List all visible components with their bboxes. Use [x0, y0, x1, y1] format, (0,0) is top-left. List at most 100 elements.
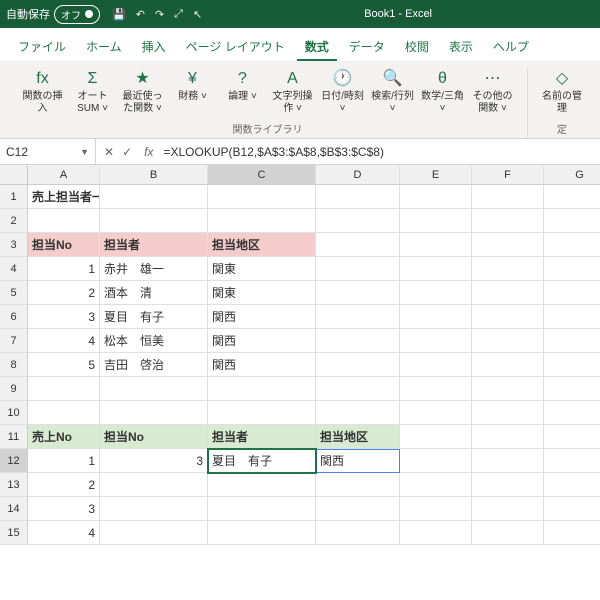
- row-header-15[interactable]: 15: [0, 521, 28, 545]
- tab-1[interactable]: ホーム: [78, 34, 130, 61]
- cell-D7[interactable]: [316, 329, 400, 353]
- cell-C8[interactable]: 関西: [208, 353, 316, 377]
- cell-D4[interactable]: [316, 257, 400, 281]
- tab-0[interactable]: ファイル: [10, 34, 74, 61]
- ribbon-item-5[interactable]: A文字列操作 ˅: [269, 67, 317, 117]
- cell-F15[interactable]: [472, 521, 544, 545]
- tab-3[interactable]: ページ レイアウト: [178, 34, 293, 61]
- cell-A14[interactable]: 3: [28, 497, 100, 521]
- autosave-toggle[interactable]: 自動保存 オフ: [6, 5, 100, 24]
- cell-C15[interactable]: [208, 521, 316, 545]
- cell-C14[interactable]: [208, 497, 316, 521]
- cell-B15[interactable]: [100, 521, 208, 545]
- cell-A9[interactable]: [28, 377, 100, 401]
- ribbon-item-0[interactable]: fx関数の挿入: [19, 67, 67, 117]
- cell-F13[interactable]: [472, 473, 544, 497]
- cell-A8[interactable]: 5: [28, 353, 100, 377]
- cell-E12[interactable]: [400, 449, 472, 473]
- cell-B4[interactable]: 赤井 雄一: [100, 257, 208, 281]
- tab-6[interactable]: 校閲: [397, 34, 437, 61]
- row-header-13[interactable]: 13: [0, 473, 28, 497]
- cell-D11[interactable]: 担当地区: [316, 425, 400, 449]
- cell-A13[interactable]: 2: [28, 473, 100, 497]
- row-header-4[interactable]: 4: [0, 257, 28, 281]
- cell-B10[interactable]: [100, 401, 208, 425]
- cell-F10[interactable]: [472, 401, 544, 425]
- name-box[interactable]: C12▼: [0, 139, 96, 164]
- ribbon-item-0[interactable]: ◇名前の管理: [538, 67, 586, 117]
- col-header-F[interactable]: F: [472, 165, 544, 185]
- cell-E2[interactable]: [400, 209, 472, 233]
- cell-B3[interactable]: 担当者: [100, 233, 208, 257]
- cell-E10[interactable]: [400, 401, 472, 425]
- redo-icon[interactable]: ↷: [155, 8, 164, 21]
- cell-B14[interactable]: [100, 497, 208, 521]
- cell-D2[interactable]: [316, 209, 400, 233]
- cell-F12[interactable]: [472, 449, 544, 473]
- ribbon-item-8[interactable]: θ数学/三角 ˅: [419, 67, 467, 117]
- cell-G13[interactable]: [544, 473, 600, 497]
- undo-icon[interactable]: ↶: [136, 8, 145, 21]
- cell-E15[interactable]: [400, 521, 472, 545]
- cell-A2[interactable]: [28, 209, 100, 233]
- cell-E4[interactable]: [400, 257, 472, 281]
- cell-A1[interactable]: 売上担当者一覧: [28, 185, 100, 209]
- cell-B11[interactable]: 担当No: [100, 425, 208, 449]
- cell-F6[interactable]: [472, 305, 544, 329]
- cell-A11[interactable]: 売上No: [28, 425, 100, 449]
- cell-E13[interactable]: [400, 473, 472, 497]
- cell-D13[interactable]: [316, 473, 400, 497]
- col-header-C[interactable]: C: [208, 165, 316, 185]
- cell-C11[interactable]: 担当者: [208, 425, 316, 449]
- ribbon-item-1[interactable]: Σオート SUM ˅: [69, 67, 117, 117]
- col-header-E[interactable]: E: [400, 165, 472, 185]
- ribbon-item-2[interactable]: ★最近使った関数 ˅: [119, 67, 167, 117]
- cell-C3[interactable]: 担当地区: [208, 233, 316, 257]
- tab-7[interactable]: 表示: [441, 34, 481, 61]
- cell-D9[interactable]: [316, 377, 400, 401]
- select-all-corner[interactable]: [0, 165, 28, 185]
- cell-C10[interactable]: [208, 401, 316, 425]
- cell-G1[interactable]: [544, 185, 600, 209]
- row-header-2[interactable]: 2: [0, 209, 28, 233]
- cell-G4[interactable]: [544, 257, 600, 281]
- row-header-1[interactable]: 1: [0, 185, 28, 209]
- cell-B12[interactable]: 3: [100, 449, 208, 473]
- cell-A10[interactable]: [28, 401, 100, 425]
- cell-E7[interactable]: [400, 329, 472, 353]
- cell-B6[interactable]: 夏目 有子: [100, 305, 208, 329]
- cell-G11[interactable]: [544, 425, 600, 449]
- cell-C7[interactable]: 関西: [208, 329, 316, 353]
- ribbon-item-6[interactable]: 🕐日付/時刻 ˅: [319, 67, 367, 117]
- col-header-A[interactable]: A: [28, 165, 100, 185]
- cell-B1[interactable]: [100, 185, 208, 209]
- cell-F1[interactable]: [472, 185, 544, 209]
- spreadsheet-grid[interactable]: 123456789101112131415 ABCDEFG 売上担当者一覧担当N…: [0, 165, 600, 545]
- cell-E6[interactable]: [400, 305, 472, 329]
- cell-D10[interactable]: [316, 401, 400, 425]
- cell-A5[interactable]: 2: [28, 281, 100, 305]
- save-icon[interactable]: 💾: [112, 8, 126, 21]
- row-header-10[interactable]: 10: [0, 401, 28, 425]
- row-header-9[interactable]: 9: [0, 377, 28, 401]
- cell-B9[interactable]: [100, 377, 208, 401]
- confirm-icon[interactable]: ✓: [122, 145, 132, 159]
- cell-D3[interactable]: [316, 233, 400, 257]
- cell-E1[interactable]: [400, 185, 472, 209]
- cell-C13[interactable]: [208, 473, 316, 497]
- cell-E5[interactable]: [400, 281, 472, 305]
- cell-D14[interactable]: [316, 497, 400, 521]
- cell-F4[interactable]: [472, 257, 544, 281]
- cell-E11[interactable]: [400, 425, 472, 449]
- tab-8[interactable]: ヘルプ: [485, 34, 537, 61]
- cell-G14[interactable]: [544, 497, 600, 521]
- row-header-11[interactable]: 11: [0, 425, 28, 449]
- touch-icon[interactable]: ⤢: [174, 8, 183, 21]
- cell-B7[interactable]: 松本 恒美: [100, 329, 208, 353]
- cell-D1[interactable]: [316, 185, 400, 209]
- cell-F5[interactable]: [472, 281, 544, 305]
- cell-F11[interactable]: [472, 425, 544, 449]
- cancel-icon[interactable]: ✕: [104, 145, 114, 159]
- col-header-D[interactable]: D: [316, 165, 400, 185]
- ribbon-item-7[interactable]: 🔍検索/行列 ˅: [369, 67, 417, 117]
